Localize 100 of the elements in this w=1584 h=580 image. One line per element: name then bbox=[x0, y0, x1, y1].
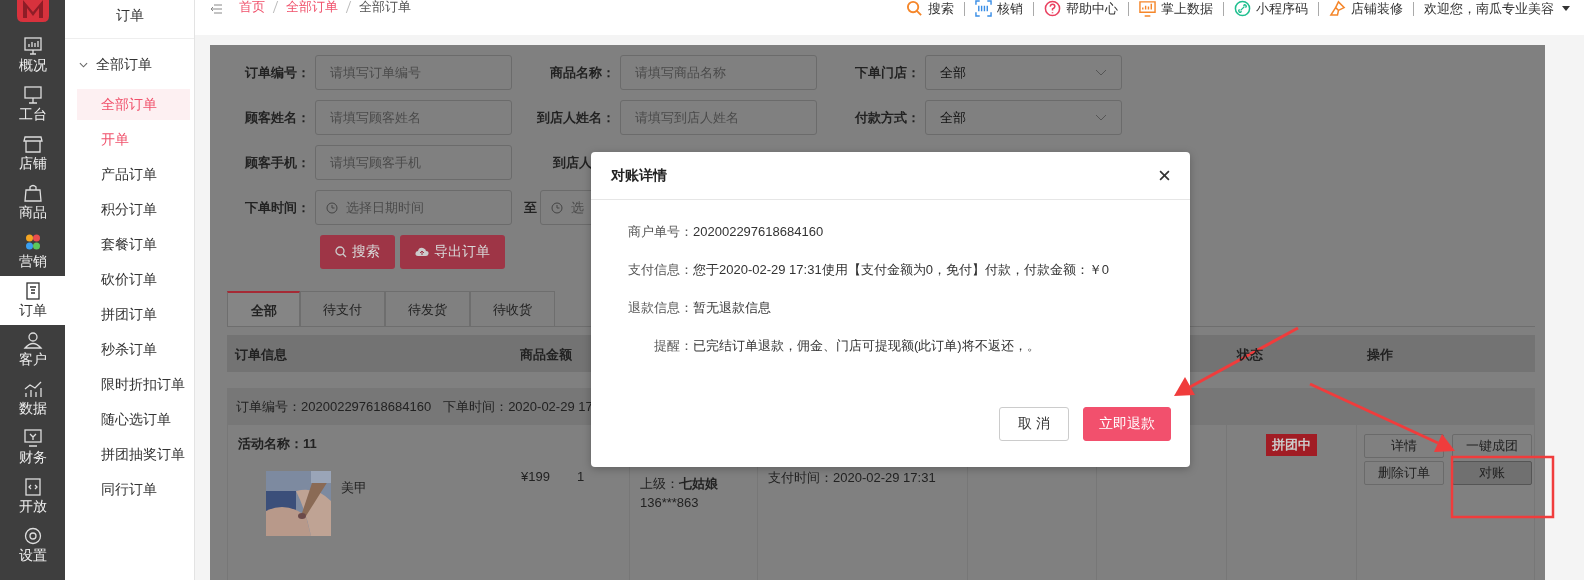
toolbar-link[interactable]: 掌上数据 bbox=[1139, 0, 1213, 17]
clock-icon bbox=[551, 201, 563, 214]
toolbar-icon bbox=[906, 0, 923, 17]
toolbar-icon bbox=[1139, 0, 1156, 17]
field-label: 到店人 bbox=[552, 153, 593, 172]
referrer: 上级：七姑娘 bbox=[640, 475, 719, 493]
nav-item[interactable]: 开放 bbox=[0, 472, 65, 521]
info-value: 暂无退款信息 bbox=[693, 299, 771, 317]
nav-icon bbox=[22, 36, 43, 55]
toolbar-link[interactable]: 帮助中心 bbox=[1044, 0, 1118, 17]
sidebar-item[interactable]: 开单 bbox=[77, 124, 190, 155]
column-header: 商品金额 bbox=[520, 346, 572, 364]
range-separator: 至 bbox=[522, 198, 538, 217]
search-icon bbox=[335, 246, 347, 258]
nav-item[interactable]: 商品 bbox=[0, 178, 65, 227]
cloud-upload-icon bbox=[415, 247, 429, 257]
product-name: 美甲 bbox=[341, 479, 368, 497]
cancel-button[interactable]: 取 消 bbox=[999, 407, 1069, 441]
nav-icon bbox=[22, 477, 43, 496]
toolbar-link[interactable]: 小程序码 bbox=[1234, 0, 1308, 17]
product-quantity: 1 bbox=[577, 469, 585, 484]
close-icon[interactable] bbox=[1159, 170, 1170, 181]
nav-item[interactable]: 设置 bbox=[0, 521, 65, 570]
search-button[interactable]: 搜索 bbox=[320, 235, 395, 269]
column-header: 操作 bbox=[1367, 346, 1393, 364]
select-field[interactable]: 全部 bbox=[925, 55, 1122, 90]
sidebar-item[interactable]: 套餐订单 bbox=[77, 229, 190, 260]
sidebar-item[interactable]: 砍价订单 bbox=[77, 264, 190, 295]
order-action-button[interactable]: 详情 bbox=[1364, 434, 1444, 458]
user-menu[interactable]: 欢迎您，南瓜专业美容 bbox=[1424, 1, 1554, 16]
nav-item[interactable]: 概况 bbox=[0, 31, 65, 80]
field-label: 到店人姓名： bbox=[536, 108, 616, 127]
breadcrumb-item[interactable]: 全部订单 bbox=[286, 0, 338, 14]
tab[interactable]: 待支付 bbox=[300, 291, 385, 326]
sidebar-title: 订单 bbox=[65, 0, 194, 39]
nav-icon bbox=[22, 134, 43, 153]
payment-time: 支付时间：2020-02-29 17:31 bbox=[768, 470, 936, 485]
tab[interactable]: 待收货 bbox=[470, 291, 555, 326]
sidebar-item[interactable]: 同行订单 bbox=[77, 474, 190, 505]
nav-item[interactable]: 客户 bbox=[0, 325, 65, 374]
nav-item[interactable]: 财务 bbox=[0, 423, 65, 472]
info-label: 支付信息： bbox=[627, 261, 693, 279]
breadcrumb-item[interactable]: 首页 bbox=[239, 0, 265, 14]
field-label: 商品名称： bbox=[549, 63, 616, 82]
field-label: 顾客手机： bbox=[244, 153, 311, 172]
product-price: ¥199 bbox=[521, 469, 551, 484]
chevron-icon bbox=[1095, 114, 1107, 121]
caret-icon[interactable] bbox=[1562, 6, 1570, 11]
info-value: 已完结订单退款，佣金、门店可提现额(此订单)将不返还，。 bbox=[693, 337, 1040, 355]
order-action-button[interactable]: 删除订单 bbox=[1364, 461, 1444, 485]
chevron-icon bbox=[1095, 69, 1107, 76]
nav-icon bbox=[22, 85, 43, 104]
nav-icon bbox=[22, 428, 43, 447]
clock-icon bbox=[326, 201, 338, 214]
info-label: 提醒： bbox=[653, 337, 693, 355]
dialog-title: 对账详情 bbox=[611, 166, 667, 185]
sidebar-item[interactable]: 拼团订单 bbox=[77, 299, 190, 330]
toolbar-link[interactable]: 核销 bbox=[975, 0, 1023, 17]
info-value: 您于2020-02-29 17:31使用【支付金额为0，免付】付款，付款金额：￥0 bbox=[693, 261, 1110, 279]
toolbar-icon bbox=[1329, 0, 1346, 17]
info-label: 退款信息： bbox=[627, 299, 693, 317]
nav-item[interactable]: 订单 bbox=[0, 276, 65, 325]
export-button[interactable]: 导出订单 bbox=[400, 235, 505, 269]
toolbar-link[interactable]: 搜索 bbox=[906, 0, 954, 17]
field-label: 付款方式： bbox=[853, 108, 921, 127]
collapse-icon[interactable] bbox=[210, 4, 222, 14]
sidebar-item[interactable]: 秒杀订单 bbox=[77, 334, 190, 365]
phone-number: 136***863 bbox=[640, 495, 700, 510]
sidebar-item[interactable]: 积分订单 bbox=[77, 194, 190, 225]
sidebar-item[interactable]: 产品订单 bbox=[77, 159, 190, 190]
info-label: 商户单号： bbox=[627, 223, 693, 241]
toolbar-link[interactable]: 店铺装修 bbox=[1329, 0, 1403, 17]
sidebar-item[interactable]: 限时折扣订单 bbox=[77, 369, 190, 400]
sidebar-group[interactable]: 全部订单 bbox=[65, 45, 194, 85]
status-badge: 拼团中 bbox=[1266, 434, 1317, 456]
field-label: 订单编号： bbox=[244, 63, 311, 82]
field-label: 下单时间： bbox=[244, 198, 311, 217]
nav-icon bbox=[22, 379, 43, 398]
nav-item[interactable]: 营销 bbox=[0, 227, 65, 276]
activity-name: 活动名称：11 bbox=[238, 435, 317, 453]
column-header: 订单信息 bbox=[235, 346, 287, 364]
toolbar-icon bbox=[1234, 0, 1251, 17]
nav-icon bbox=[22, 526, 43, 545]
field-label: 下单门店： bbox=[854, 63, 921, 82]
toolbar-icon bbox=[975, 0, 992, 17]
field-label: 顾客姓名： bbox=[244, 108, 311, 127]
nav-item[interactable]: 数据 bbox=[0, 374, 65, 423]
sidebar-item[interactable]: 随心选订单 bbox=[77, 404, 190, 435]
toolbar-icon bbox=[1044, 0, 1061, 17]
tab[interactable]: 全部 bbox=[227, 291, 300, 326]
select-field[interactable]: 全部 bbox=[925, 100, 1122, 135]
logo-icon bbox=[14, 0, 51, 22]
nav-icon bbox=[22, 183, 43, 202]
order-number: 订单编号：202002297618684160 bbox=[236, 397, 432, 416]
nav-item[interactable]: 工台 bbox=[0, 80, 65, 129]
chevron-icon bbox=[79, 62, 88, 68]
tab[interactable]: 待发货 bbox=[385, 291, 470, 326]
nav-item[interactable]: 店铺 bbox=[0, 129, 65, 178]
info-value: 202002297618684160 bbox=[693, 223, 824, 241]
sidebar-item[interactable]: 拼团抽奖订单 bbox=[77, 439, 190, 470]
